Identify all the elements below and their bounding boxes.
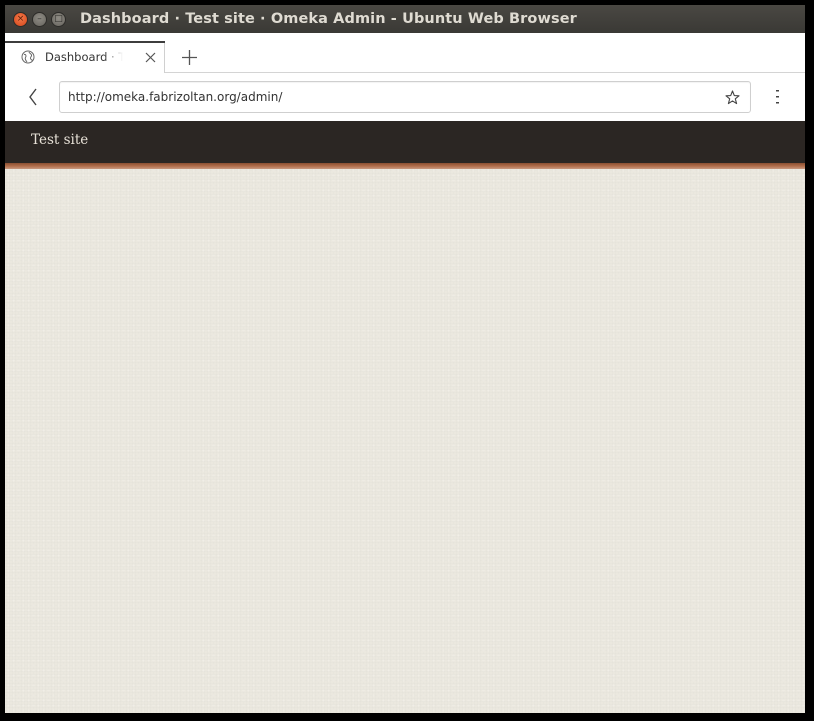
page-content: Test site [5, 121, 805, 713]
chevron-left-icon [29, 88, 37, 106]
url-input[interactable] [68, 82, 708, 112]
browser-window: × – □ Dashboard · Test site · Omeka Admi… [5, 5, 805, 713]
address-bar[interactable] [59, 81, 751, 113]
globe-icon [21, 49, 37, 65]
site-header: Test site [5, 121, 805, 163]
navigation-bar [5, 73, 805, 121]
site-title-link[interactable]: Test site [31, 132, 88, 148]
tab-strip: Dashboard · Test site · Omeka Admin [5, 33, 805, 73]
browser-menu-button[interactable] [771, 87, 785, 107]
header-accent-stripe [5, 163, 805, 169]
star-icon [724, 89, 740, 104]
back-button[interactable] [23, 87, 43, 107]
window-minimize-button[interactable]: – [32, 11, 47, 27]
window-maximize-button[interactable]: □ [51, 11, 66, 27]
active-tab-indicator [5, 41, 165, 43]
tab-label: Dashboard · Test site · Omeka Admin [45, 50, 123, 64]
bookmark-button[interactable] [724, 89, 740, 105]
window-controls: × – □ [13, 11, 66, 27]
window-close-button[interactable]: × [13, 11, 28, 27]
window-title: Dashboard · Test site · Omeka Admin - Ub… [80, 11, 577, 27]
new-tab-button[interactable] [179, 47, 199, 67]
title-bar: × – □ Dashboard · Test site · Omeka Admi… [5, 5, 805, 33]
tab-dashboard[interactable]: Dashboard · Test site · Omeka Admin [5, 41, 165, 73]
menu-dots-icon [776, 90, 779, 104]
plus-icon [181, 49, 197, 65]
tab-close-icon[interactable] [143, 50, 157, 64]
